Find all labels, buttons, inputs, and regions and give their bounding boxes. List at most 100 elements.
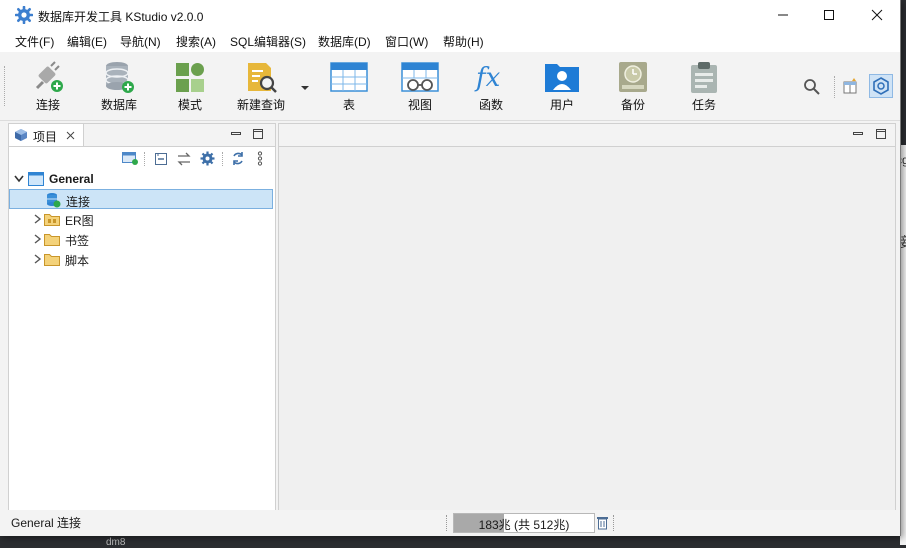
- toolbar-grip: [4, 66, 7, 106]
- tree-item-label: 连接: [66, 195, 91, 209]
- collapse-all-icon[interactable]: [154, 152, 168, 166]
- status-bar: General 连接 183兆 (共 512兆): [0, 510, 900, 536]
- minimize-panel-icon[interactable]: [231, 130, 241, 138]
- open-perspective-icon: [843, 78, 857, 94]
- tree-item-label: 书签: [65, 234, 90, 248]
- panel-toolbar-separator: [144, 152, 146, 166]
- backup-icon: [619, 62, 647, 92]
- background-partial-text: dm8: [106, 537, 126, 548]
- project-folder-icon: [28, 172, 44, 186]
- tab-project-label: 项目: [33, 130, 58, 144]
- close-icon: [871, 9, 883, 21]
- view-label: 视图: [407, 98, 432, 112]
- new-query-dropdown[interactable]: [300, 82, 310, 92]
- menu-bar: 文件(F) 编辑(E) 导航(N) 搜索(A) SQL编辑器(S) 数据库(D)…: [0, 30, 900, 52]
- function-label: 函数: [478, 98, 503, 112]
- search-icon: [804, 79, 820, 95]
- maximize-icon: [824, 10, 834, 20]
- settings-gear-icon[interactable]: [200, 151, 215, 166]
- database-connection-icon: [47, 193, 61, 208]
- close-tab-icon[interactable]: [66, 131, 75, 140]
- tree-item-connections[interactable]: 连接: [9, 189, 273, 209]
- open-perspective-button[interactable]: [842, 77, 860, 95]
- minimize-button[interactable]: [760, 0, 806, 30]
- tree-item-label: 脚本: [65, 254, 90, 268]
- more-options-icon[interactable]: [257, 151, 263, 166]
- project-panel-tabbar: 项目: [9, 124, 275, 147]
- table-icon: [330, 62, 368, 92]
- user-button[interactable]: 用户: [532, 60, 592, 120]
- view-button[interactable]: 视图: [390, 60, 450, 120]
- trash-gc-icon[interactable]: [596, 515, 609, 530]
- gear-app-icon: [15, 6, 33, 24]
- function-button[interactable]: fx 函数: [461, 60, 521, 120]
- minimize-panel-icon[interactable]: [853, 130, 863, 138]
- close-button[interactable]: [854, 0, 900, 30]
- heap-memory-text: 183兆 (共 512兆): [478, 518, 570, 532]
- menu-database[interactable]: 数据库(D): [318, 33, 371, 50]
- chevron-right-icon: [34, 254, 42, 264]
- database-button[interactable]: 数据库: [89, 60, 149, 120]
- database-label: 数据库: [100, 98, 137, 112]
- search-button[interactable]: [803, 78, 821, 96]
- backup-button[interactable]: 备份: [603, 60, 663, 120]
- sql-query-icon: [248, 63, 277, 93]
- window-title: 数据库开发工具 KStudio v2.0.0: [38, 10, 204, 24]
- task-clipboard-icon: [691, 62, 717, 93]
- main-toolbar: 连接 数据库 模式 新建查询 表 视图 fx 函数 用户 备份 任务: [0, 52, 900, 121]
- user-label: 用户: [549, 98, 574, 112]
- menu-search[interactable]: 搜索(A): [176, 33, 216, 50]
- project-panel: 项目 General 连接 ER图 书签 脚本: [8, 123, 276, 511]
- link-with-editor-icon[interactable]: [176, 152, 192, 166]
- tree-root-general[interactable]: General: [9, 169, 273, 189]
- task-label: 任务: [691, 98, 716, 112]
- database-perspective-icon: [873, 77, 889, 95]
- database-perspective-button[interactable]: [869, 74, 893, 98]
- chevron-down-icon: [301, 86, 309, 90]
- menu-navigate[interactable]: 导航(N): [120, 33, 161, 50]
- svg-text:fx: fx: [474, 63, 501, 93]
- status-separator: [613, 515, 615, 531]
- new-query-button[interactable]: 新建查询: [231, 60, 291, 120]
- er-diagram-folder-icon: [44, 214, 60, 226]
- title-bar[interactable]: 数据库开发工具 KStudio v2.0.0: [0, 0, 900, 30]
- menu-help[interactable]: 帮助(H): [443, 33, 484, 50]
- task-button[interactable]: 任务: [674, 60, 734, 120]
- database-icon: [105, 62, 134, 93]
- connect-label: 连接: [35, 98, 60, 112]
- maximize-button[interactable]: [806, 0, 852, 30]
- tab-project[interactable]: 项目: [9, 124, 84, 146]
- editor-header: [279, 124, 895, 147]
- tree-item-scripts[interactable]: 脚本: [9, 249, 273, 269]
- heap-memory-bar[interactable]: 183兆 (共 512兆): [453, 513, 595, 533]
- backup-label: 备份: [620, 98, 645, 112]
- tree-item-er-diagrams[interactable]: ER图: [9, 209, 273, 229]
- new-query-label: 新建查询: [236, 98, 285, 112]
- new-project-folder-icon[interactable]: [122, 151, 138, 165]
- connect-button[interactable]: 连接: [18, 60, 78, 120]
- schema-label: 模式: [177, 98, 202, 112]
- menu-sql-editor[interactable]: SQL编辑器(S): [230, 33, 306, 50]
- schema-button[interactable]: 模式: [160, 60, 220, 120]
- menu-window[interactable]: 窗口(W): [385, 33, 428, 50]
- tree-item-bookmarks[interactable]: 书签: [9, 229, 273, 249]
- user-icon: [545, 64, 579, 92]
- cube-icon: [15, 129, 27, 141]
- menu-file[interactable]: 文件(F): [15, 33, 54, 50]
- plug-connect-icon: [35, 61, 63, 92]
- refresh-icon[interactable]: [231, 151, 245, 166]
- maximize-panel-icon[interactable]: [253, 129, 264, 140]
- menu-edit[interactable]: 编辑(E): [67, 33, 107, 50]
- function-fx-icon: fx: [474, 63, 501, 93]
- editor-area: [278, 123, 896, 511]
- table-button[interactable]: 表: [319, 60, 379, 120]
- status-separator: [446, 515, 448, 531]
- status-text: General 连接: [11, 516, 82, 530]
- folder-icon: [44, 234, 60, 246]
- maximize-panel-icon[interactable]: [876, 129, 887, 140]
- view-icon: [401, 62, 439, 92]
- folder-icon: [44, 254, 60, 266]
- chevron-right-icon: [34, 234, 42, 244]
- minimize-icon: [778, 14, 788, 16]
- table-label: 表: [342, 98, 355, 112]
